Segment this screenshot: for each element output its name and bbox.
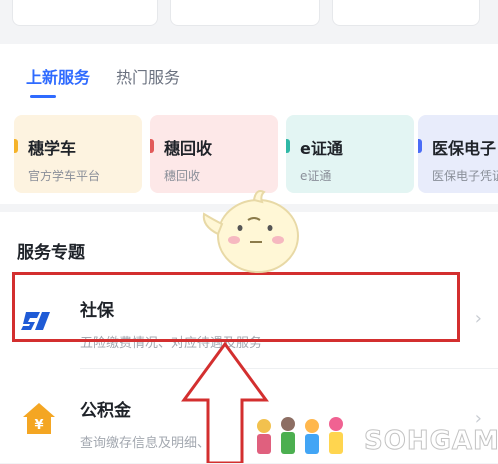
- tab-hot-services[interactable]: 热门服务: [116, 64, 180, 98]
- top-shortcut-button-2[interactable]: [170, 0, 320, 26]
- tile-accent-bar: [14, 139, 18, 153]
- tile-accent-bar: [286, 139, 290, 153]
- social-security-icon: [21, 312, 50, 330]
- housing-fund-icon: ¥: [23, 403, 55, 434]
- tile-title: e证通: [300, 139, 343, 158]
- service-description: 五险缴费情况、对应待遇及服务: [80, 336, 263, 351]
- top-shortcut-row: [0, 0, 498, 36]
- service-name: 社保: [80, 301, 114, 321]
- service-item-social-security[interactable]: 社保 五险缴费情况、对应待遇及服务 ›: [0, 272, 498, 364]
- tile-suihuishou[interactable]: 穗回收 穗回收: [150, 115, 278, 193]
- tile-subtitle: 官方学车平台: [28, 169, 101, 183]
- chevron-right-icon: ›: [474, 308, 482, 329]
- svg-text:¥: ¥: [34, 418, 43, 433]
- top-shortcut-button-1[interactable]: [12, 0, 158, 26]
- divider: [80, 368, 498, 369]
- service-description: 查询缴存信息及明细、提取: [80, 436, 237, 451]
- tile-medical-insurance[interactable]: 医保电子 医保电子凭证: [418, 115, 498, 193]
- chevron-right-icon: ›: [474, 408, 482, 429]
- tile-subtitle: 穗回收: [164, 169, 201, 183]
- tile-title: 穗学车: [28, 139, 77, 158]
- service-tabs-card: 上新服务 热门服务 穗学车 官方学车平台 穗回收 穗回收 e证通 e证通 医保电…: [0, 44, 498, 204]
- tile-subtitle: 医保电子凭证: [432, 169, 498, 183]
- service-name: 公积金: [80, 401, 131, 421]
- section-title: 服务专题: [17, 243, 85, 263]
- tile-ezhengtong[interactable]: e证通 e证通: [286, 115, 414, 193]
- service-tabs: 上新服务 热门服务: [26, 64, 180, 98]
- tab-new-services[interactable]: 上新服务: [26, 64, 90, 98]
- service-tile-row: 穗学车 官方学车平台 穗回收 穗回收 e证通 e证通 医保电子 医保电子凭证: [14, 115, 498, 193]
- tile-subtitle: e证通: [300, 169, 332, 183]
- tile-title: 穗回收: [164, 139, 213, 158]
- service-topics-card: 服务专题 社保 五险缴费情况、对应待遇及服务 › ¥ 公积金 查询缴存信息及明细…: [0, 212, 498, 463]
- top-shortcut-button-3[interactable]: [332, 0, 480, 26]
- tile-accent-bar: [418, 139, 422, 153]
- service-item-housing-fund[interactable]: ¥ 公积金 查询缴存信息及明细、提取 ›: [0, 372, 498, 464]
- tile-title: 医保电子: [432, 139, 497, 158]
- tile-accent-bar: [150, 139, 154, 153]
- tile-suixueche[interactable]: 穗学车 官方学车平台: [14, 115, 142, 193]
